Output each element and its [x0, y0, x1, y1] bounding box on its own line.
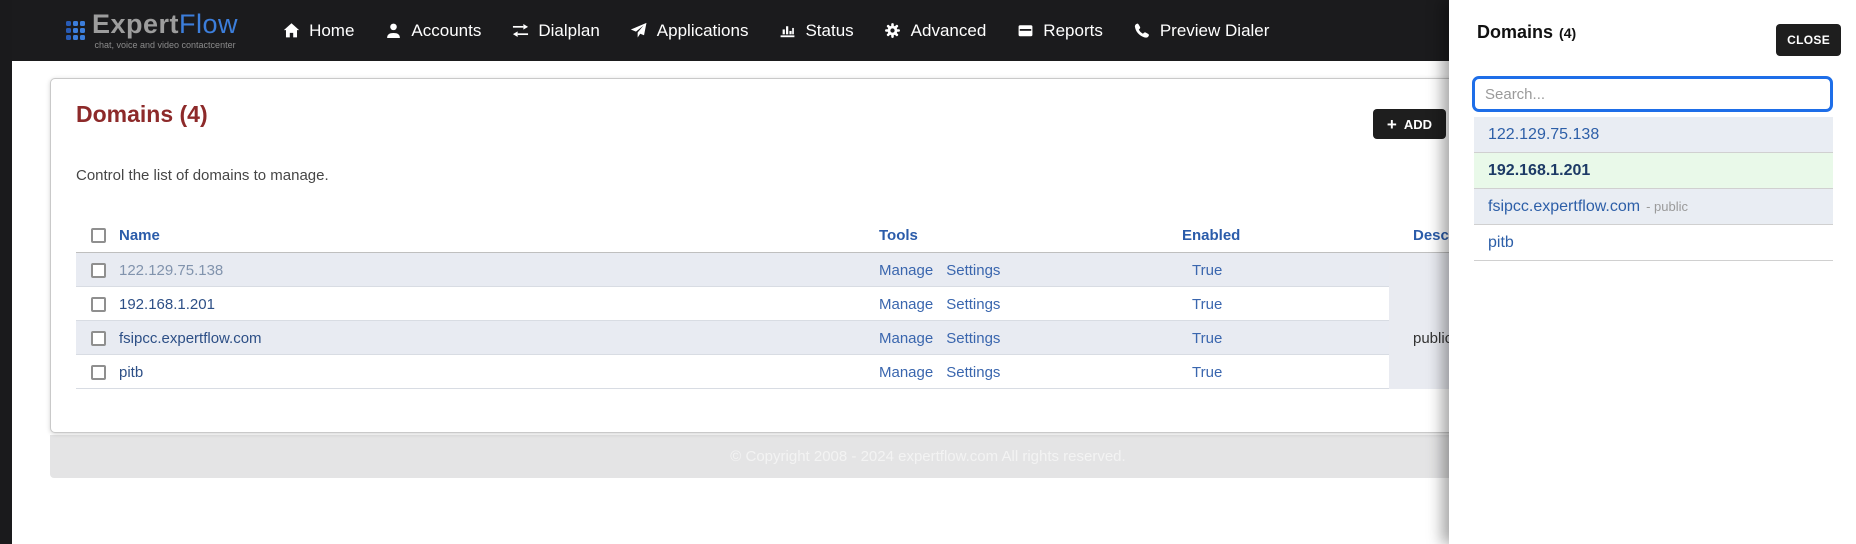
drive-icon — [1016, 22, 1034, 40]
item-description-suffix: - public — [1646, 199, 1688, 214]
page-subtitle: Control the list of domains to manage. — [76, 167, 329, 184]
manage-link[interactable]: Manage — [879, 296, 933, 313]
copyright-text: © Copyright 2008 - 2024 expertflow.com A… — [730, 448, 1126, 465]
row-checkbox[interactable] — [91, 364, 106, 380]
nav-item-status[interactable]: Status — [778, 21, 854, 41]
domain-name-link[interactable]: 122.129.75.138 — [119, 262, 223, 279]
column-header-name: Name — [119, 227, 160, 244]
domains-table: Name Tools Enabled Description 122.129.7… — [76, 219, 1469, 389]
column-header-tools: Tools — [879, 227, 918, 244]
close-button[interactable]: CLOSE — [1776, 24, 1841, 56]
settings-link[interactable]: Settings — [946, 262, 1000, 279]
row-checkbox[interactable] — [91, 296, 106, 312]
enabled-value: True — [1192, 329, 1223, 347]
column-header-enabled: Enabled — [1182, 227, 1241, 244]
plus-icon: + — [1386, 114, 1397, 134]
table-row: 192.168.1.201 Manage Settings True — [76, 287, 1469, 321]
list-item[interactable]: pitb — [1474, 225, 1833, 261]
nav-item-home[interactable]: Home — [282, 21, 354, 41]
table-row: fsipcc.expertflow.com Manage Settings Tr… — [76, 321, 1469, 355]
domains-card: Domains (4) + ADD Control the list of do… — [50, 78, 1470, 433]
page-title: Domains (4) — [76, 101, 208, 127]
enabled-value: True — [1192, 261, 1223, 279]
list-item[interactable]: 122.129.75.138 — [1474, 117, 1833, 153]
logo-dots-icon — [66, 21, 85, 40]
nav-item-preview-dialer[interactable]: Preview Dialer — [1133, 21, 1269, 41]
table-row: 122.129.75.138 Manage Settings True — [76, 253, 1469, 287]
nav-item-dialplan[interactable]: Dialplan — [511, 21, 600, 41]
panel-header: Domains (4) — [1477, 22, 1576, 43]
panel-count-badge: (4) — [1559, 25, 1577, 41]
domain-name-link[interactable]: 192.168.1.201 — [119, 296, 215, 313]
list-item-selected[interactable]: 192.168.1.201 — [1474, 153, 1833, 189]
domain-quick-list: 122.129.75.138 192.168.1.201 fsipcc.expe… — [1474, 117, 1833, 261]
nav-menu: Home Accounts Dialplan Applications Stat… — [282, 21, 1269, 41]
left-edge-strip — [0, 0, 12, 544]
search-input[interactable] — [1472, 76, 1833, 112]
table-row: pitb Manage Settings True — [76, 355, 1469, 389]
table-header-row: Name Tools Enabled Description — [76, 219, 1469, 253]
row-checkbox[interactable] — [91, 330, 106, 346]
bar-chart-icon — [778, 22, 796, 40]
domain-name-link[interactable]: pitb — [119, 364, 143, 381]
domain-name-link[interactable]: fsipcc.expertflow.com — [119, 330, 262, 347]
enabled-value: True — [1192, 363, 1223, 381]
logo-tagline: chat, voice and video contactcenter — [94, 40, 236, 50]
phone-icon — [1133, 22, 1151, 40]
settings-link[interactable]: Settings — [946, 364, 1000, 381]
home-icon — [282, 22, 300, 40]
manage-link[interactable]: Manage — [879, 364, 933, 381]
paper-plane-icon — [630, 22, 648, 40]
list-item[interactable]: fsipcc.expertflow.com - public — [1474, 189, 1833, 225]
settings-link[interactable]: Settings — [946, 296, 1000, 313]
settings-link[interactable]: Settings — [946, 330, 1000, 347]
logo-wordmark: ExpertFlow — [92, 9, 239, 39]
enabled-value: True — [1192, 295, 1223, 313]
manage-link[interactable]: Manage — [879, 262, 933, 279]
nav-item-reports[interactable]: Reports — [1016, 21, 1103, 41]
manage-link[interactable]: Manage — [879, 330, 933, 347]
nav-item-advanced[interactable]: Advanced — [884, 21, 986, 41]
row-checkbox[interactable] — [91, 262, 106, 278]
gear-icon — [884, 22, 902, 40]
nav-item-applications[interactable]: Applications — [630, 21, 748, 41]
person-icon — [384, 22, 402, 40]
panel-title: Domains — [1477, 22, 1554, 42]
expertflow-logo[interactable]: ExpertFlow chat, voice and video contact… — [66, 11, 238, 50]
add-button[interactable]: + ADD — [1372, 109, 1446, 139]
swap-arrows-icon — [511, 22, 529, 40]
domains-side-panel: Domains (4) CLOSE 122.129.75.138 192.168… — [1449, 0, 1856, 544]
nav-item-accounts[interactable]: Accounts — [384, 21, 481, 41]
select-all-checkbox[interactable] — [91, 228, 106, 243]
